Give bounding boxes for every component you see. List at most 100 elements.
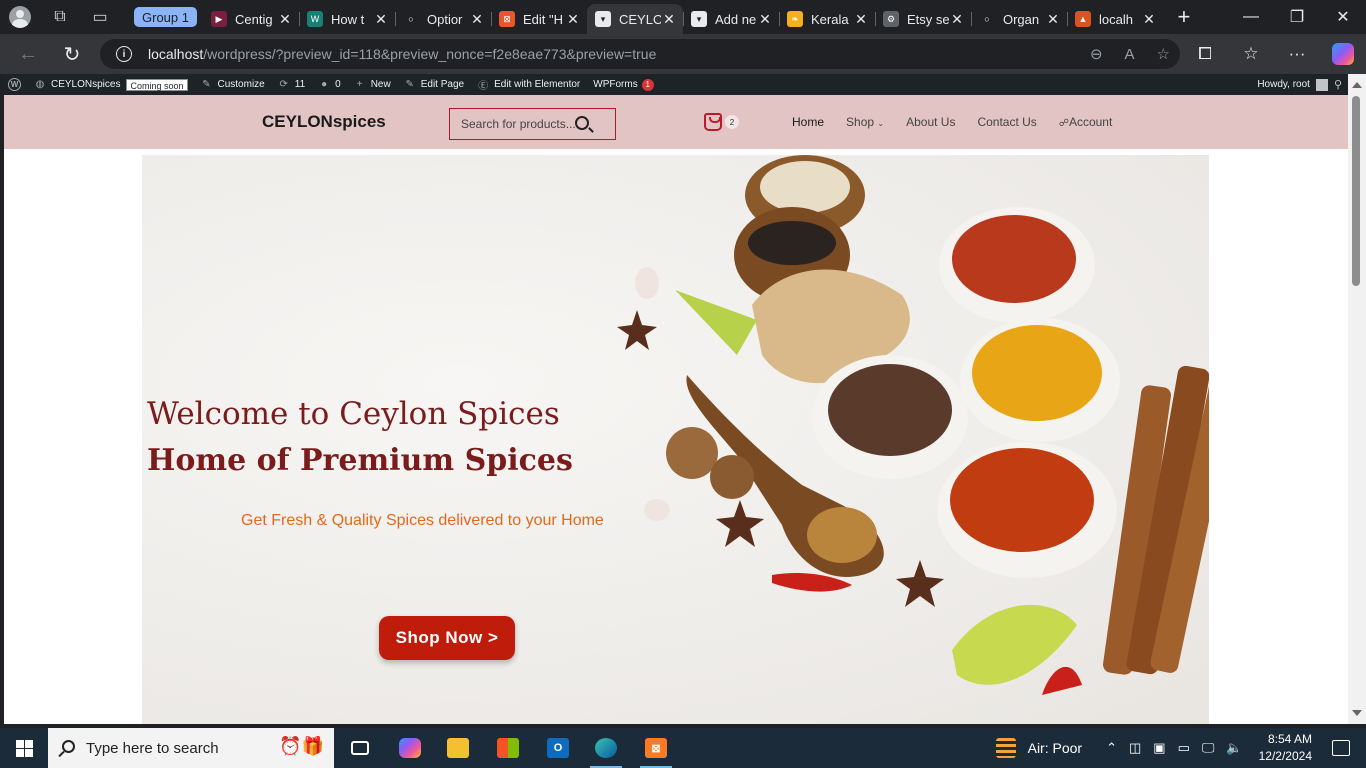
weather-widget[interactable]: Air: Poor bbox=[995, 738, 1083, 758]
file-explorer-button[interactable] bbox=[434, 728, 482, 768]
edit-page-link[interactable]: ✎ Edit Page bbox=[404, 79, 465, 91]
tab-label: How t bbox=[330, 11, 365, 27]
volume-icon[interactable]: 🔈 bbox=[1226, 740, 1242, 756]
browser-tab[interactable]: ⊠ Edit "H ✕ bbox=[490, 4, 587, 34]
taskbar-clock[interactable]: 8:54 AM 12/2/2024 bbox=[1259, 731, 1312, 765]
tab-favicon-icon: ▾ bbox=[690, 11, 707, 27]
wordpress-logo-icon: W bbox=[8, 78, 21, 91]
address-bar[interactable]: i localhost/wordpress/?preview_id=118&pr… bbox=[100, 39, 1180, 69]
scroll-up-arrow-icon[interactable] bbox=[1352, 82, 1362, 88]
tab-close-icon[interactable]: ✕ bbox=[757, 11, 773, 28]
display-icon[interactable]: ▣ bbox=[1153, 740, 1165, 756]
tab-close-icon[interactable]: ✕ bbox=[277, 11, 293, 28]
browser-tab[interactable]: ○ Organ ✕ bbox=[970, 4, 1067, 34]
shop-now-button[interactable]: Shop Now > bbox=[379, 616, 515, 660]
site-header: CEYLONspices Search for products... 2 Ho… bbox=[4, 95, 1348, 149]
browser-tab[interactable]: ▾ Add ne ✕ bbox=[682, 4, 779, 34]
tab-close-icon[interactable]: ✕ bbox=[1141, 11, 1157, 28]
extensions-button[interactable]: ⧠ bbox=[1182, 34, 1228, 74]
admin-search-icon[interactable]: ⚲ bbox=[1334, 78, 1342, 91]
read-aloud-icon[interactable]: A bbox=[1125, 46, 1135, 63]
updates-link[interactable]: ⟳ 11 bbox=[278, 79, 306, 91]
toolbar-right: ⧠ ☆ ··· bbox=[1182, 34, 1366, 74]
customize-link[interactable]: ✎ Customize bbox=[201, 79, 264, 91]
new-tab-button[interactable]: + bbox=[1167, 2, 1201, 32]
copilot-taskbar-button[interactable] bbox=[386, 728, 434, 768]
tab-close-icon[interactable]: ✕ bbox=[1045, 11, 1061, 28]
tab-close-icon[interactable]: ✕ bbox=[469, 11, 485, 28]
cart-icon[interactable] bbox=[704, 113, 722, 131]
close-window-button[interactable]: ✕ bbox=[1320, 0, 1366, 34]
browser-tab[interactable]: ○ Optior ✕ bbox=[394, 4, 491, 34]
network-icon[interactable]: 🖵 bbox=[1202, 740, 1215, 756]
workspaces-button[interactable]: ⧉ bbox=[40, 0, 80, 34]
xampp-button[interactable]: ⊠ bbox=[632, 728, 680, 768]
refresh-button[interactable]: ↻ bbox=[52, 34, 92, 74]
browser-tab[interactable]: W How t ✕ bbox=[298, 4, 395, 34]
store-icon bbox=[497, 738, 519, 758]
minimize-button[interactable]: — bbox=[1228, 0, 1274, 34]
admin-site-name[interactable]: ◍ CEYLONspices Coming soon bbox=[34, 78, 188, 91]
scrollbar-thumb[interactable] bbox=[1352, 96, 1360, 286]
cart-count-badge: 2 bbox=[725, 115, 739, 129]
battery-icon[interactable]: ▭ bbox=[1178, 740, 1190, 756]
tab-close-icon[interactable]: ✕ bbox=[853, 11, 869, 28]
taskbar-search-box[interactable]: Type here to search ⏰🎁 bbox=[48, 728, 334, 768]
chevron-down-icon: ⌄ bbox=[877, 119, 885, 128]
tab-close-icon[interactable]: ✕ bbox=[949, 11, 965, 28]
scroll-down-arrow-icon[interactable] bbox=[1352, 710, 1362, 716]
start-button[interactable] bbox=[0, 728, 48, 768]
user-avatar[interactable] bbox=[1315, 78, 1328, 91]
comments-count: 0 bbox=[335, 79, 341, 90]
product-search-input[interactable]: Search for products... bbox=[449, 108, 616, 140]
favorites-button[interactable]: ☆ bbox=[1228, 34, 1274, 74]
xampp-icon: ⊠ bbox=[645, 738, 667, 758]
tab-close-icon[interactable]: ✕ bbox=[661, 11, 677, 28]
task-view-icon bbox=[351, 741, 369, 755]
browser-tab[interactable]: ▲ localh ✕ bbox=[1066, 4, 1163, 34]
browser-tab[interactable]: ⚙ Etsy se ✕ bbox=[874, 4, 971, 34]
microsoft-store-button[interactable] bbox=[484, 728, 532, 768]
meet-now-icon[interactable]: ◫ bbox=[1129, 740, 1141, 756]
site-title[interactable]: CEYLONspices bbox=[262, 112, 386, 132]
tab-close-icon[interactable]: ✕ bbox=[373, 11, 389, 28]
wpforms-link[interactable]: WPForms 1 bbox=[593, 78, 654, 91]
page-scrollbar[interactable] bbox=[1348, 74, 1366, 724]
search-icon[interactable] bbox=[575, 116, 589, 130]
nav-contact-us[interactable]: Contact Us bbox=[977, 115, 1036, 129]
restore-button[interactable]: ❐ bbox=[1274, 0, 1320, 34]
howdy-user[interactable]: Howdy, root bbox=[1257, 79, 1310, 90]
edge-browser-button[interactable] bbox=[582, 728, 630, 768]
edit-elementor-link[interactable]: Ⓔ Edit with Elementor bbox=[477, 79, 580, 92]
chevron-up-icon[interactable]: ⌃ bbox=[1106, 740, 1117, 756]
tab-group-chip[interactable]: Group 1 bbox=[134, 7, 197, 27]
browser-tab[interactable]: ❧ Kerala ✕ bbox=[778, 4, 875, 34]
more-menu-button[interactable]: ··· bbox=[1274, 34, 1320, 74]
nav-about-us[interactable]: About Us bbox=[906, 115, 955, 129]
task-view-button[interactable] bbox=[336, 728, 384, 768]
copilot-button[interactable] bbox=[1320, 34, 1366, 74]
nav-home[interactable]: Home bbox=[792, 115, 824, 129]
vertical-tabs-button[interactable]: ▭ bbox=[80, 0, 120, 34]
favorite-star-icon[interactable]: ☆ bbox=[1157, 45, 1170, 63]
profile-button[interactable] bbox=[0, 0, 40, 34]
tab-label: Edit "H bbox=[522, 11, 563, 27]
url-text[interactable]: localhost/wordpress/?preview_id=118&prev… bbox=[148, 46, 656, 62]
outlook-button[interactable]: O bbox=[534, 728, 582, 768]
nav-account[interactable]: ☍Account bbox=[1059, 115, 1113, 129]
folder-icon bbox=[447, 738, 469, 758]
tab-close-icon[interactable]: ✕ bbox=[565, 11, 581, 28]
browser-tab[interactable]: ▶ Centig ✕ bbox=[203, 4, 299, 34]
site-info-icon[interactable]: i bbox=[116, 46, 132, 62]
browser-tab[interactable]: ▾ CEYLO ✕ bbox=[586, 4, 683, 34]
favorites-icon: ☆ bbox=[1243, 44, 1259, 63]
wp-logo-button[interactable]: W bbox=[8, 78, 21, 91]
nav-shop[interactable]: Shop ⌄ bbox=[846, 115, 884, 129]
back-button[interactable]: ← bbox=[8, 34, 48, 74]
back-arrow-icon: ← bbox=[18, 42, 38, 65]
comments-link[interactable]: ● 0 bbox=[318, 79, 341, 91]
notifications-icon[interactable] bbox=[1332, 740, 1350, 756]
new-content-link[interactable]: + New bbox=[354, 79, 391, 91]
zoom-out-icon[interactable]: ⊖ bbox=[1090, 45, 1103, 63]
air-quality-label: Air: Poor bbox=[1027, 740, 1083, 756]
